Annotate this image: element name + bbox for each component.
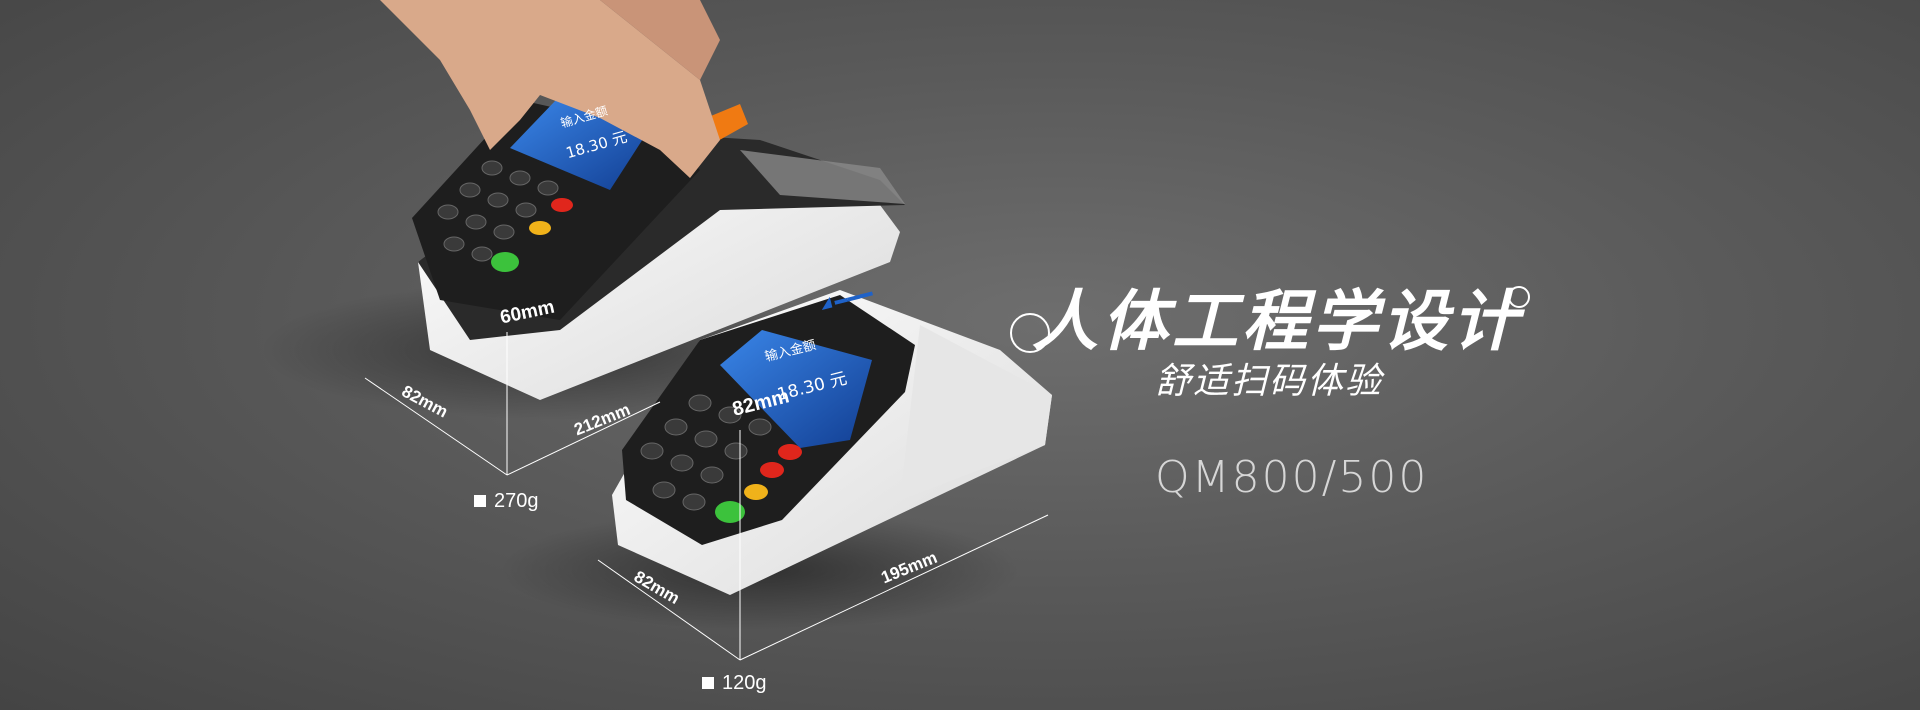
model-number: QM800/500: [1155, 452, 1429, 503]
cancel-key-large: [551, 198, 573, 212]
weight-bullet-icon: [702, 677, 714, 689]
hero-banner: ◢ ▬▬▬ 输入金额 18.30 元 输入金额 18.30 元 60mm 82m…: [0, 0, 1920, 710]
confirm-key-large: [491, 252, 519, 272]
large-weight-label: 270g: [494, 490, 539, 512]
cancel-key-small: [778, 444, 802, 460]
subheadline: 舒适扫码体验: [1155, 361, 1384, 402]
clear-key-small: [744, 484, 768, 500]
large-weight: 270g: [474, 490, 539, 513]
product-scene: ◢ ▬▬▬: [260, 0, 1052, 661]
small-weight: 120g: [702, 672, 767, 695]
clear-key-large: [529, 221, 551, 235]
back-key-small: [760, 462, 784, 478]
small-weight-label: 120g: [722, 672, 767, 694]
headline: 人体工程学设计: [1032, 283, 1522, 360]
weight-bullet-icon: [474, 495, 486, 507]
